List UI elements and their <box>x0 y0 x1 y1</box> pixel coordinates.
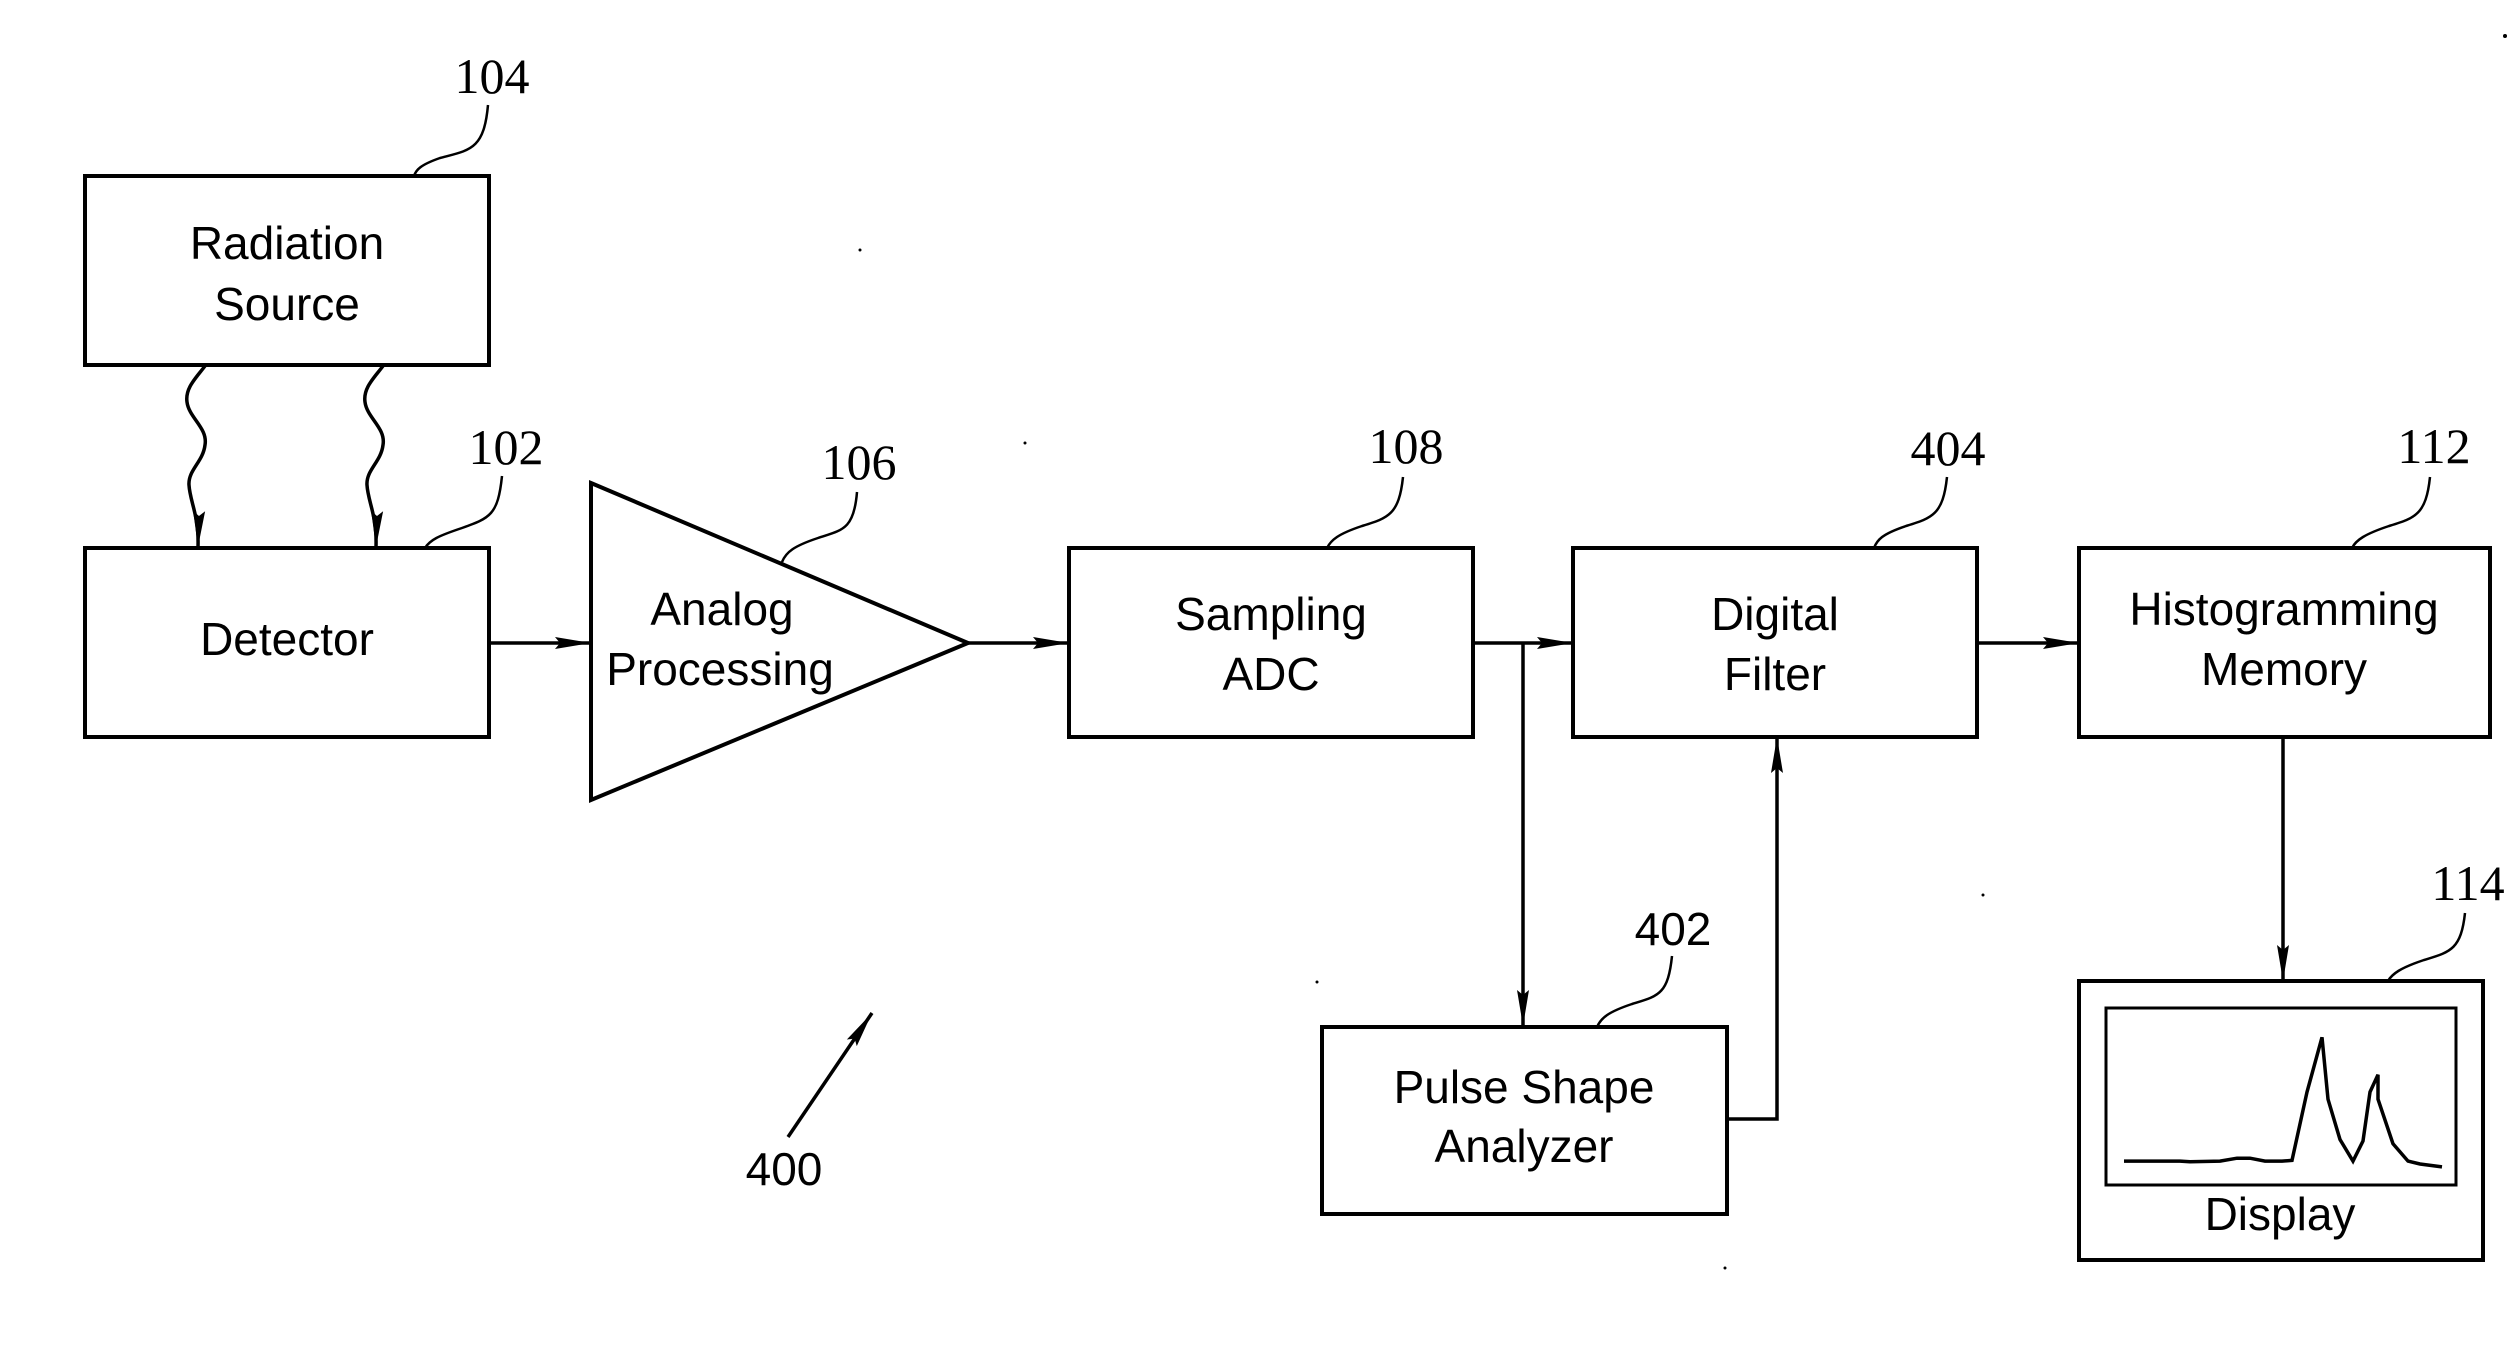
radiation-source-box <box>83 174 491 367</box>
ref-number-404: 404 <box>1911 420 1986 476</box>
digital-filter-label-line2: Filter <box>1724 648 1826 700</box>
ref-number-108: 108 <box>1369 418 1444 474</box>
ref-number-112: 112 <box>2397 418 2470 474</box>
scan-speck <box>858 248 862 252</box>
scan-speck <box>1981 893 1985 897</box>
scan-speck <box>1723 1266 1727 1270</box>
analog-processing-block: Analog Processing 106 <box>589 434 974 803</box>
detector-label: Detector <box>200 613 374 665</box>
sampling-adc-label-line1: Sampling <box>1175 588 1367 640</box>
ref-leader-108 <box>1325 476 1405 549</box>
radiation-source-block: Radiation Source 104 <box>83 48 530 367</box>
digital-filter-box <box>1571 546 1979 739</box>
pulse-shape-analyzer-label-line1: Pulse Shape <box>1394 1061 1655 1113</box>
scan-speck <box>1315 980 1319 984</box>
figure-reference-arrow <box>786 1012 874 1138</box>
analog-processing-label-line1: Analog <box>650 583 793 635</box>
figure-reference: 400 <box>746 1012 874 1195</box>
display-label: Display <box>2205 1188 2356 1240</box>
scan-speck <box>1023 441 1027 445</box>
histogramming-memory-label-line2: Memory <box>2201 643 2367 695</box>
sampling-adc-block: Sampling ADC 108 <box>1067 418 1475 739</box>
ref-number-402: 402 <box>1635 903 1712 955</box>
sampling-adc-box <box>1067 546 1475 739</box>
amplifier-triangle <box>589 479 974 803</box>
scan-speck <box>2503 34 2507 38</box>
figure-reference-number: 400 <box>746 1143 823 1195</box>
sampling-adc-label-line2: ADC <box>1222 648 1319 700</box>
radiation-source-label-line1: Radiation <box>190 217 384 269</box>
digital-filter-block: Digital Filter 404 <box>1571 420 1986 739</box>
ref-number-104: 104 <box>455 48 530 104</box>
ref-leader-402 <box>1595 955 1674 1028</box>
radiation-wave-arrow-right <box>363 364 385 548</box>
ref-leader-404 <box>1872 476 1949 549</box>
ref-leader-106 <box>780 491 859 563</box>
ref-number-106: 106 <box>822 434 897 490</box>
display-block: Display 114 <box>2077 855 2505 1262</box>
ref-leader-112 <box>2350 476 2432 549</box>
digital-filter-label-line1: Digital <box>1711 588 1839 640</box>
histogramming-memory-label-line1: Histogramming <box>2129 583 2438 635</box>
analog-processing-label-line2: Processing <box>606 643 834 695</box>
ref-leader-102 <box>423 475 504 549</box>
ref-number-114: 114 <box>2431 855 2504 911</box>
arrow-pulse-shape-analyzer-to-filter <box>1727 737 1783 1121</box>
block-diagram: Radiation Source 104 Detector 102 Analog… <box>83 34 2507 1270</box>
ref-leader-104 <box>412 104 490 177</box>
histogramming-memory-block: Histogramming Memory 112 <box>2077 418 2492 739</box>
detector-block: Detector 102 <box>83 419 544 739</box>
ref-leader-114 <box>2386 912 2467 982</box>
radiation-wave-arrow-left <box>185 364 207 548</box>
pulse-shape-analyzer-label-line2: Analyzer <box>1435 1120 1614 1172</box>
ref-number-102: 102 <box>469 419 544 475</box>
radiation-source-label-line2: Source <box>214 278 360 330</box>
